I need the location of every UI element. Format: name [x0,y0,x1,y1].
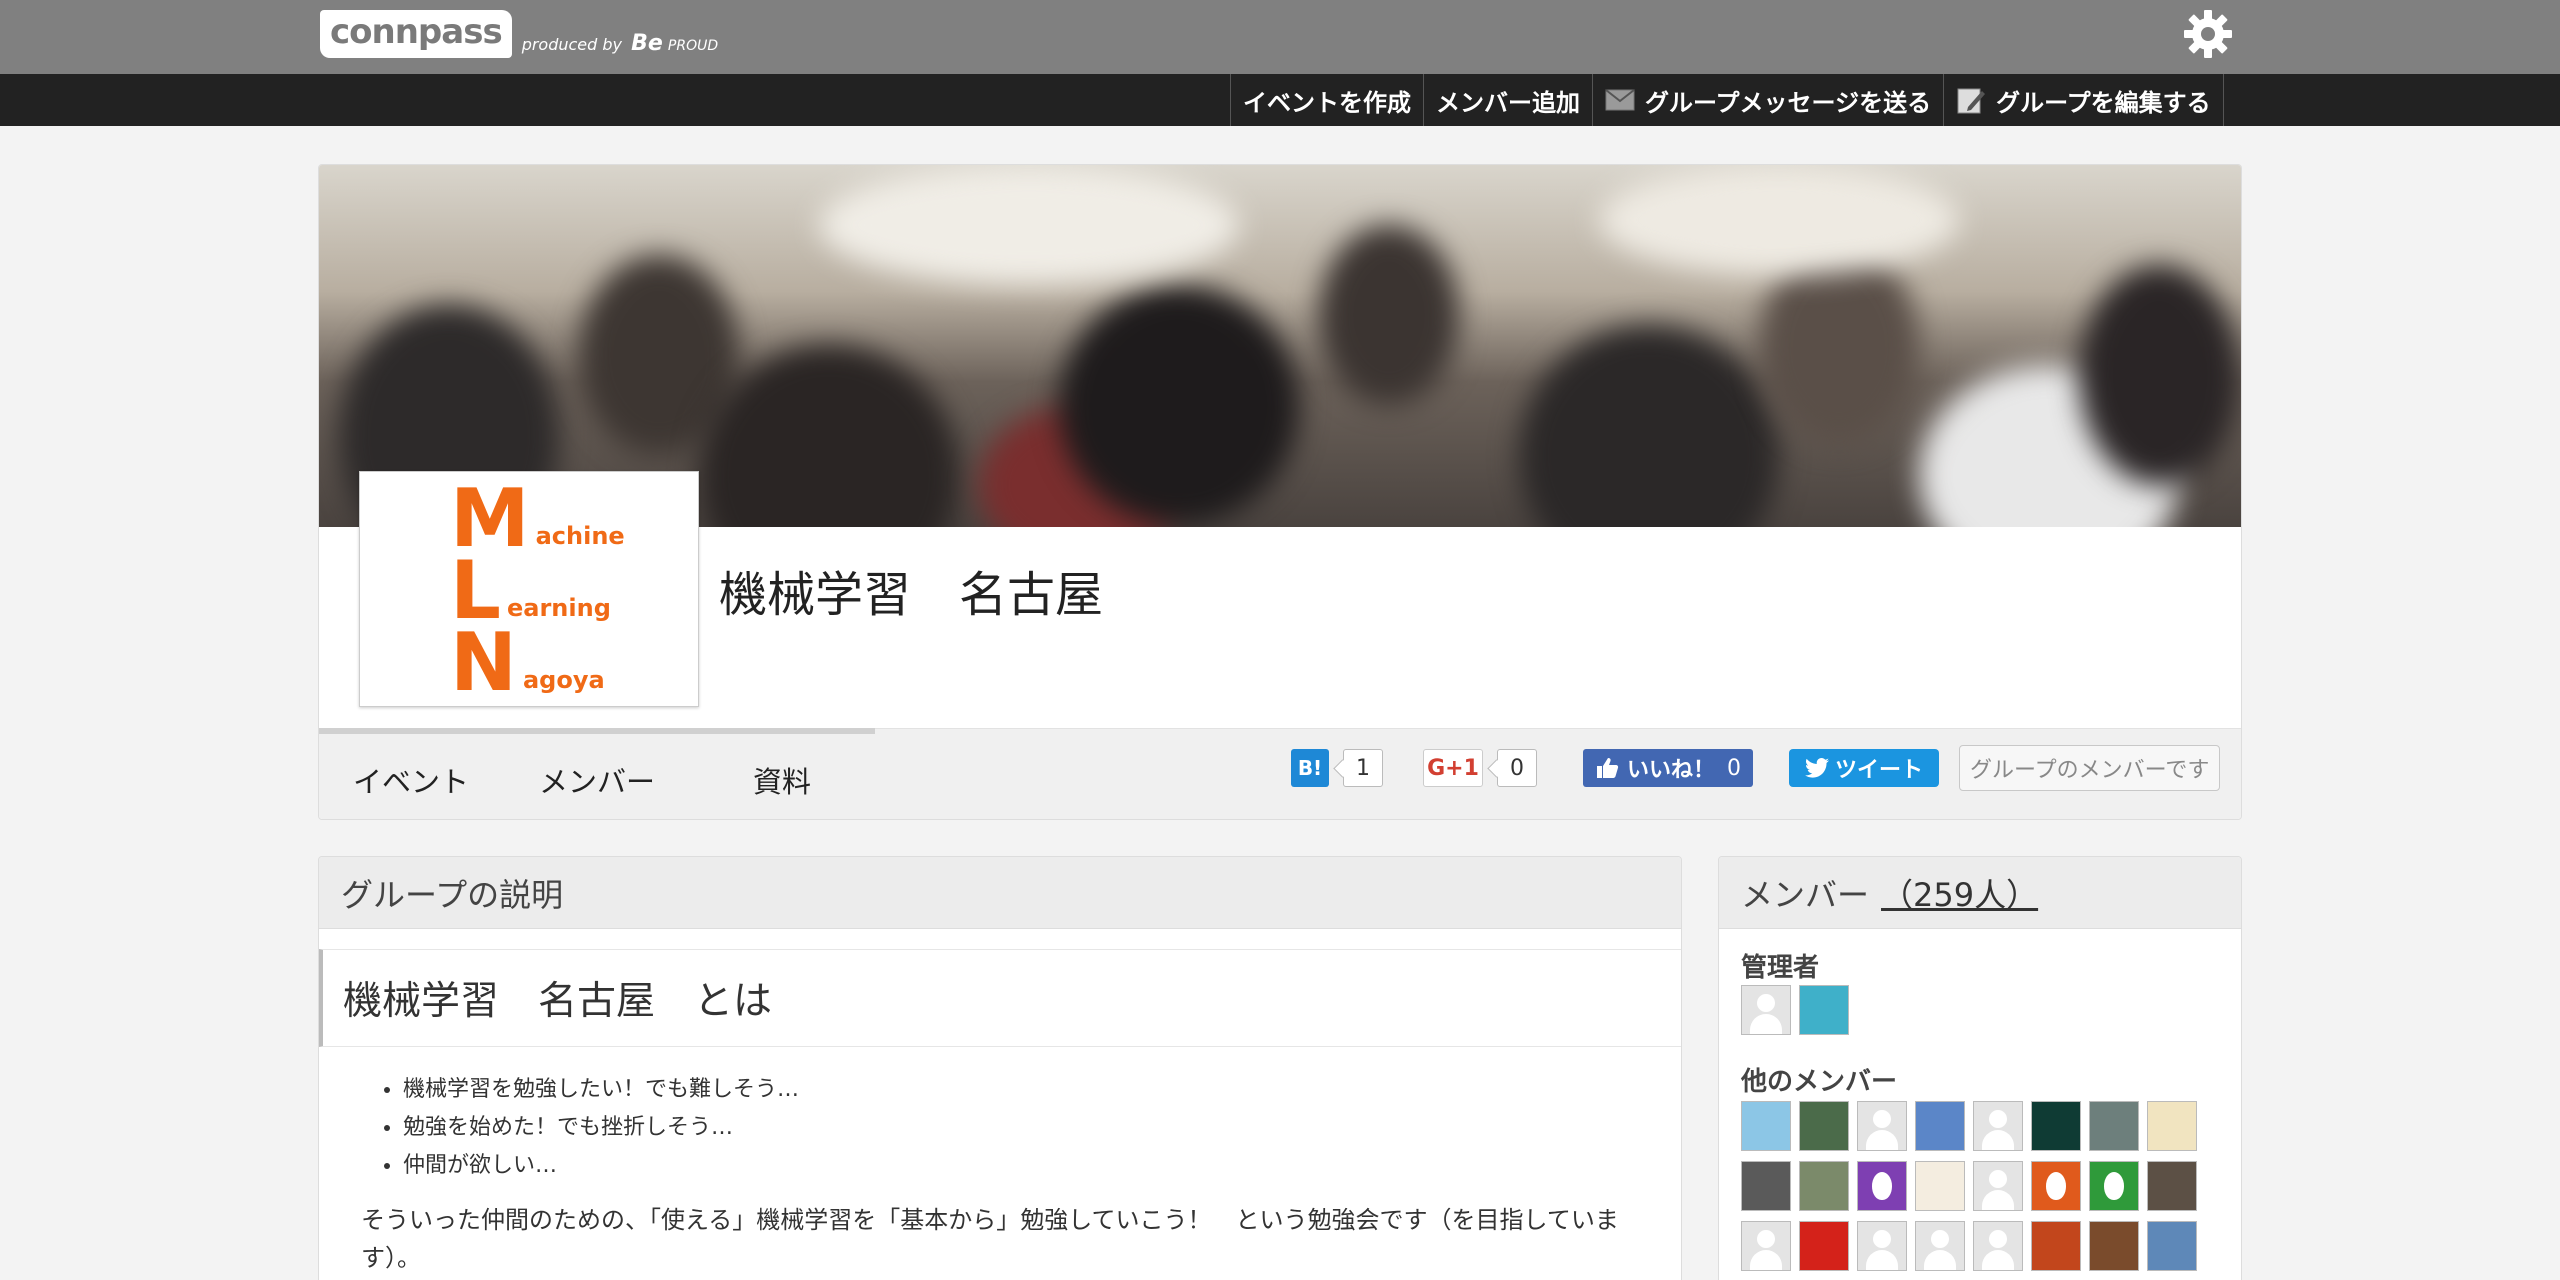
group-description-title: グループの説明 [319,857,1681,929]
tab-active-indicator [319,728,875,734]
produced-by-text: produced by [521,35,623,54]
group-title: 機械学習 名古屋 [719,567,1104,623]
list-item: 仲間が欲しい… [403,1147,799,1185]
avatar[interactable] [1915,1101,1965,1151]
list-item: 勉強を始めた！でも挫折しそう… [403,1109,799,1147]
google-plus-button[interactable]: G+1 [1423,749,1483,787]
avatar[interactable] [1973,1101,2023,1151]
member-count-link[interactable]: （259人） [1881,870,2038,916]
pencil-icon [1957,88,1986,114]
description-paragraph: そういった仲間のための、「使える」機械学習を「基本から」勉強していこう！ という… [361,1206,1619,1272]
admins-heading: 管理者 [1741,953,1820,983]
avatar[interactable] [1799,1101,1849,1151]
hatena-bookmark-count: 1 [1343,749,1383,787]
edit-group-label: グループを編集する [1996,88,2211,117]
send-group-message-label: グループメッセージを送る [1645,88,1932,117]
avatar[interactable] [2089,1101,2139,1151]
logo-word-nagoya: agoya [522,666,605,694]
avatar[interactable] [1857,1101,1907,1151]
beproud-logo: Be [631,31,663,56]
produced-by-label: produced by Be PROUD [522,31,718,56]
create-event-label: イベントを作成 [1243,88,1411,117]
group-description-panel: グループの説明 機械学習 名古屋 とは 機械学習を勉強したい！でも難しそう… 勉… [318,856,1682,1280]
group-header-card: M achine L earning N agoya 機械学習 名古屋 イベント… [318,164,2242,820]
avatar[interactable] [2089,1161,2139,1211]
facebook-like-button[interactable]: いいね！ 0 [1583,749,1754,787]
other-members-heading: 他のメンバー [1741,1067,1898,1097]
send-group-message-button[interactable]: グループメッセージを送る [1592,74,1943,126]
tab-materials[interactable]: 資料 [753,759,811,801]
list-item: 機械学習を勉強したい！でも難しそう… [403,1071,799,1109]
connpass-logo[interactable]: connpass produced by Be PROUD [320,10,718,58]
avatar[interactable] [1915,1161,1965,1211]
avatar[interactable] [1973,1221,2023,1271]
group-member-status-button[interactable]: グループのメンバーです [1959,745,2221,791]
google-plus-widget[interactable]: G+1 0 [1423,749,1537,787]
logo-letter-n: N [450,616,517,709]
hatena-bookmark-widget[interactable]: B! 1 [1291,749,1383,787]
avatar[interactable] [1741,985,1791,1035]
top-navigation-bar: connpass produced by Be PROUD [0,0,2560,74]
tweet-label: ツイート [1835,758,1924,783]
members-panel-header: メンバー （259人） [1719,857,2241,929]
thumbs-up-icon [1597,758,1619,778]
edit-group-button[interactable]: グループを編集する [1943,74,2224,126]
connpass-logo-text: connpass [320,10,512,58]
avatar[interactable] [2147,1161,2197,1211]
avatar[interactable] [2031,1101,2081,1151]
members-panel: メンバー （259人） 管理者 他のメンバー [1718,856,2242,1280]
facebook-like-count: 0 [1727,755,1742,781]
tab-members[interactable]: メンバー [539,759,655,801]
envelope-icon [1605,89,1635,111]
avatar[interactable] [2147,1221,2197,1271]
group-action-bar: イベントを作成 メンバー追加 グループメッセージを送る グループを編集する [0,74,2560,126]
add-member-button[interactable]: メンバー追加 [1423,74,1592,126]
hatena-bookmark-icon[interactable]: B! [1291,749,1329,787]
avatar[interactable] [1741,1221,1791,1271]
twitter-bird-icon [1805,758,1829,778]
facebook-like-label: いいね！ [1627,758,1716,783]
facebook-like-widget[interactable]: いいね！ 0 [1583,749,1754,787]
member-avatar-grid [1741,1101,2221,1280]
avatar[interactable] [1799,985,1849,1035]
avatar[interactable] [1857,1161,1907,1211]
avatar[interactable] [2031,1161,2081,1211]
tweet-widget[interactable]: ツイート [1789,749,1940,787]
avatar[interactable] [1915,1221,1965,1271]
gear-icon[interactable] [2180,6,2236,62]
add-member-label: メンバー追加 [1436,88,1580,117]
membership-status[interactable]: グループのメンバーです [1959,745,2221,791]
avatar[interactable] [1741,1161,1791,1211]
create-event-button[interactable]: イベントを作成 [1230,74,1423,126]
description-bullet-list: 機械学習を勉強したい！でも難しそう… 勉強を始めた！でも挫折しそう… 仲間が欲し… [403,1071,799,1185]
google-plus-count: 0 [1497,749,1537,787]
logo-word-learning: earning [506,594,611,622]
tab-events[interactable]: イベント [353,759,469,801]
beproud-logo-suffix: PROUD [667,38,719,54]
avatar[interactable] [1799,1221,1849,1271]
avatar[interactable] [1973,1161,2023,1211]
description-heading: 機械学習 名古屋 とは [319,949,1681,1047]
avatar[interactable] [2147,1101,2197,1151]
group-tab-bar: イベント メンバー 資料 B! 1 G+1 0 いいね！ 0 ツイート グループ… [319,728,2241,819]
avatar[interactable] [1799,1161,1849,1211]
admin-avatar-list [1741,985,2221,1045]
avatar[interactable] [2089,1221,2139,1271]
avatar[interactable] [1857,1221,1907,1271]
members-panel-title: メンバー [1741,875,1870,914]
tweet-button[interactable]: ツイート [1789,749,1940,787]
group-logo: M achine L earning N agoya [359,471,699,707]
avatar[interactable] [2031,1221,2081,1271]
logo-word-machine: achine [535,522,625,550]
avatar[interactable] [1741,1101,1791,1151]
